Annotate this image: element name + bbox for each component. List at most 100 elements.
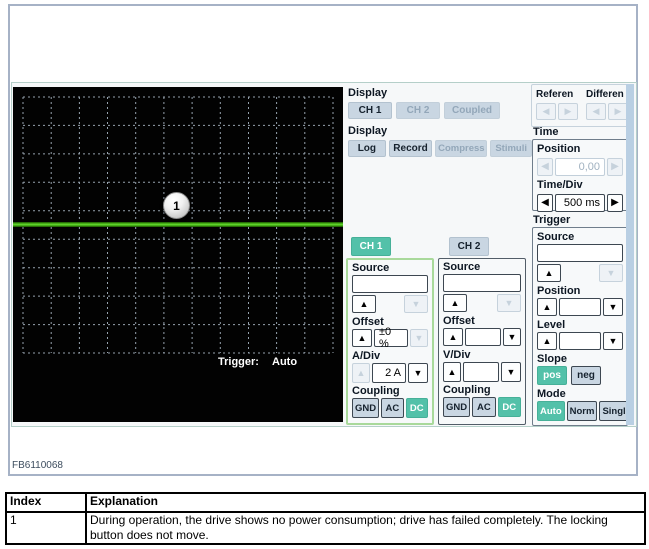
trigger-source-up-button[interactable]: ▲ xyxy=(537,264,561,282)
ch2-div-label: V/Div xyxy=(443,349,521,362)
trigger-position-up-button[interactable]: ▲ xyxy=(537,298,557,316)
ch2-offset-label: Offset xyxy=(443,315,521,328)
time-position-field[interactable]: 0,00 xyxy=(555,158,605,176)
ch1-source-up-button[interactable]: ▲ xyxy=(352,295,376,313)
differen-prev-button[interactable]: ◀ xyxy=(586,103,606,120)
time-position-decrease-button[interactable]: ◀ xyxy=(537,158,553,176)
trigger-mode-single-button[interactable]: Single xyxy=(599,401,628,421)
triangle-down-icon: ▼ xyxy=(607,269,616,278)
triangle-up-icon: ▲ xyxy=(360,300,369,309)
referen-group: Referen ◀ ▶ xyxy=(536,88,578,120)
trigger-slope-neg-button[interactable]: neg xyxy=(571,366,601,385)
ch1-div-down-button[interactable]: ▼ xyxy=(408,363,428,383)
time-div-label: Time/Div xyxy=(537,179,623,192)
trigger-mode-auto-button[interactable]: Auto xyxy=(537,401,565,421)
time-div-field[interactable]: 500 ms xyxy=(555,194,605,212)
triangle-down-icon: ▼ xyxy=(415,334,424,343)
ch1-panel: Source ▲ ▼ Offset ▲ ±0 % ▼ A/Div ▲ 2 A ▼… xyxy=(346,258,434,425)
ch1-offset-up-button[interactable]: ▲ xyxy=(352,329,372,347)
time-position-label: Position xyxy=(537,143,623,156)
trigger-slope-pos-button[interactable]: pos xyxy=(537,366,567,385)
ch2-offset-field[interactable] xyxy=(465,328,501,346)
ch2-coupling-gnd-button[interactable]: GND xyxy=(443,397,470,417)
triangle-up-icon: ▲ xyxy=(543,303,552,312)
trigger-position-down-button[interactable]: ▼ xyxy=(603,298,623,316)
trigger-level-field[interactable] xyxy=(559,332,601,350)
time-div-increase-button[interactable]: ▶ xyxy=(607,194,623,212)
time-group-label: Time xyxy=(533,126,558,139)
time-position-increase-button[interactable]: ▶ xyxy=(607,158,623,176)
trigger-mode-label: Mode xyxy=(537,388,623,401)
table-row: 1 During operation, the drive shows no p… xyxy=(6,512,645,544)
trigger-group-label: Trigger xyxy=(533,214,570,227)
ch1-coupling-gnd-button[interactable]: GND xyxy=(352,398,379,418)
plot-area: 1 Trigger: Auto xyxy=(13,87,343,422)
triangle-up-icon: ▲ xyxy=(545,269,554,278)
table-header-row: Index Explanation xyxy=(6,493,645,512)
display-compress-button[interactable]: Compress xyxy=(435,140,487,157)
ch1-div-field[interactable]: 2 A xyxy=(372,363,406,383)
differen-label: Differen xyxy=(586,88,628,101)
ch2-coupling-label: Coupling xyxy=(443,384,521,397)
referen-prev-button[interactable]: ◀ xyxy=(536,103,556,120)
ch2-tab[interactable]: CH 2 xyxy=(449,237,489,256)
display-ch1-button[interactable]: CH 1 xyxy=(348,102,392,119)
ch1-offset-down-button[interactable]: ▼ xyxy=(410,329,428,347)
ch1-source-field[interactable] xyxy=(352,275,428,293)
ch2-div-down-button[interactable]: ▼ xyxy=(501,362,521,382)
ch1-div-up-button[interactable]: ▲ xyxy=(352,363,370,383)
table-header-explanation: Explanation xyxy=(86,493,645,512)
index-cell: 1 xyxy=(6,512,86,544)
scrollbar[interactable] xyxy=(626,84,634,425)
triangle-up-icon: ▲ xyxy=(358,334,367,343)
ch2-source-label: Source xyxy=(443,261,521,274)
triangle-down-icon: ▼ xyxy=(609,303,618,312)
display-channels-group: Display CH 1 CH 2 Coupled Display Log Re… xyxy=(348,87,532,157)
explanation-table-wrap: Index Explanation 1 During operation, th… xyxy=(5,492,646,545)
time-div-decrease-button[interactable]: ◀ xyxy=(537,194,553,212)
triangle-right-icon: ▶ xyxy=(615,107,622,116)
triangle-right-icon: ▶ xyxy=(611,198,619,208)
time-group-box: Position ◀ 0,00 ▶ Time/Div ◀ 500 ms ▶ xyxy=(532,139,628,211)
ch2-div-up-button[interactable]: ▲ xyxy=(443,362,461,382)
triangle-up-icon: ▲ xyxy=(449,333,458,342)
ch1-source-down-button[interactable]: ▼ xyxy=(404,295,428,313)
ch1-source-label: Source xyxy=(352,262,428,275)
display-ch2-button[interactable]: CH 2 xyxy=(396,102,440,119)
ch2-coupling-ac-button[interactable]: AC xyxy=(472,397,495,417)
display-record-button[interactable]: Record xyxy=(389,140,433,157)
triangle-up-icon: ▲ xyxy=(357,369,366,378)
display-stimuli-button[interactable]: Stimuli xyxy=(490,140,532,157)
trigger-source-down-button[interactable]: ▼ xyxy=(599,264,623,282)
ch2-source-field[interactable] xyxy=(443,274,521,292)
referen-next-button[interactable]: ▶ xyxy=(558,103,578,120)
trigger-position-field[interactable] xyxy=(559,298,601,316)
trigger-slope-label: Slope xyxy=(537,353,623,366)
trigger-level-up-button[interactable]: ▲ xyxy=(537,332,557,350)
ch2-source-down-button[interactable]: ▼ xyxy=(497,294,521,312)
ch1-offset-field[interactable]: ±0 % xyxy=(374,329,408,347)
ch2-offset-up-button[interactable]: ▲ xyxy=(443,328,463,346)
ch2-source-up-button[interactable]: ▲ xyxy=(443,294,467,312)
trigger-source-field[interactable] xyxy=(537,244,623,262)
ch1-coupling-label: Coupling xyxy=(352,385,428,398)
ch2-offset-down-button[interactable]: ▼ xyxy=(503,328,521,346)
display-log-button[interactable]: Log xyxy=(348,140,386,157)
referen-label: Referen xyxy=(536,88,578,101)
differen-group: Differen ◀ ▶ xyxy=(586,88,628,120)
trigger-level-label: Level xyxy=(537,319,623,332)
ch2-div-field[interactable] xyxy=(463,362,499,382)
triangle-up-icon: ▲ xyxy=(543,337,552,346)
differen-next-button[interactable]: ▶ xyxy=(608,103,628,120)
ch2-coupling-dc-button[interactable]: DC xyxy=(498,397,521,417)
ch1-coupling-ac-button[interactable]: AC xyxy=(381,398,403,418)
triangle-down-icon: ▼ xyxy=(414,369,423,378)
trigger-level-down-button[interactable]: ▼ xyxy=(603,332,623,350)
ch1-tab[interactable]: CH 1 xyxy=(351,237,391,256)
trigger-mode-norm-button[interactable]: Norm xyxy=(567,401,598,421)
triangle-down-icon: ▼ xyxy=(412,300,421,309)
display-coupled-button[interactable]: Coupled xyxy=(444,102,500,119)
triangle-left-icon: ◀ xyxy=(593,107,600,116)
triangle-left-icon: ◀ xyxy=(541,162,549,172)
ch1-coupling-dc-button[interactable]: DC xyxy=(406,398,428,418)
